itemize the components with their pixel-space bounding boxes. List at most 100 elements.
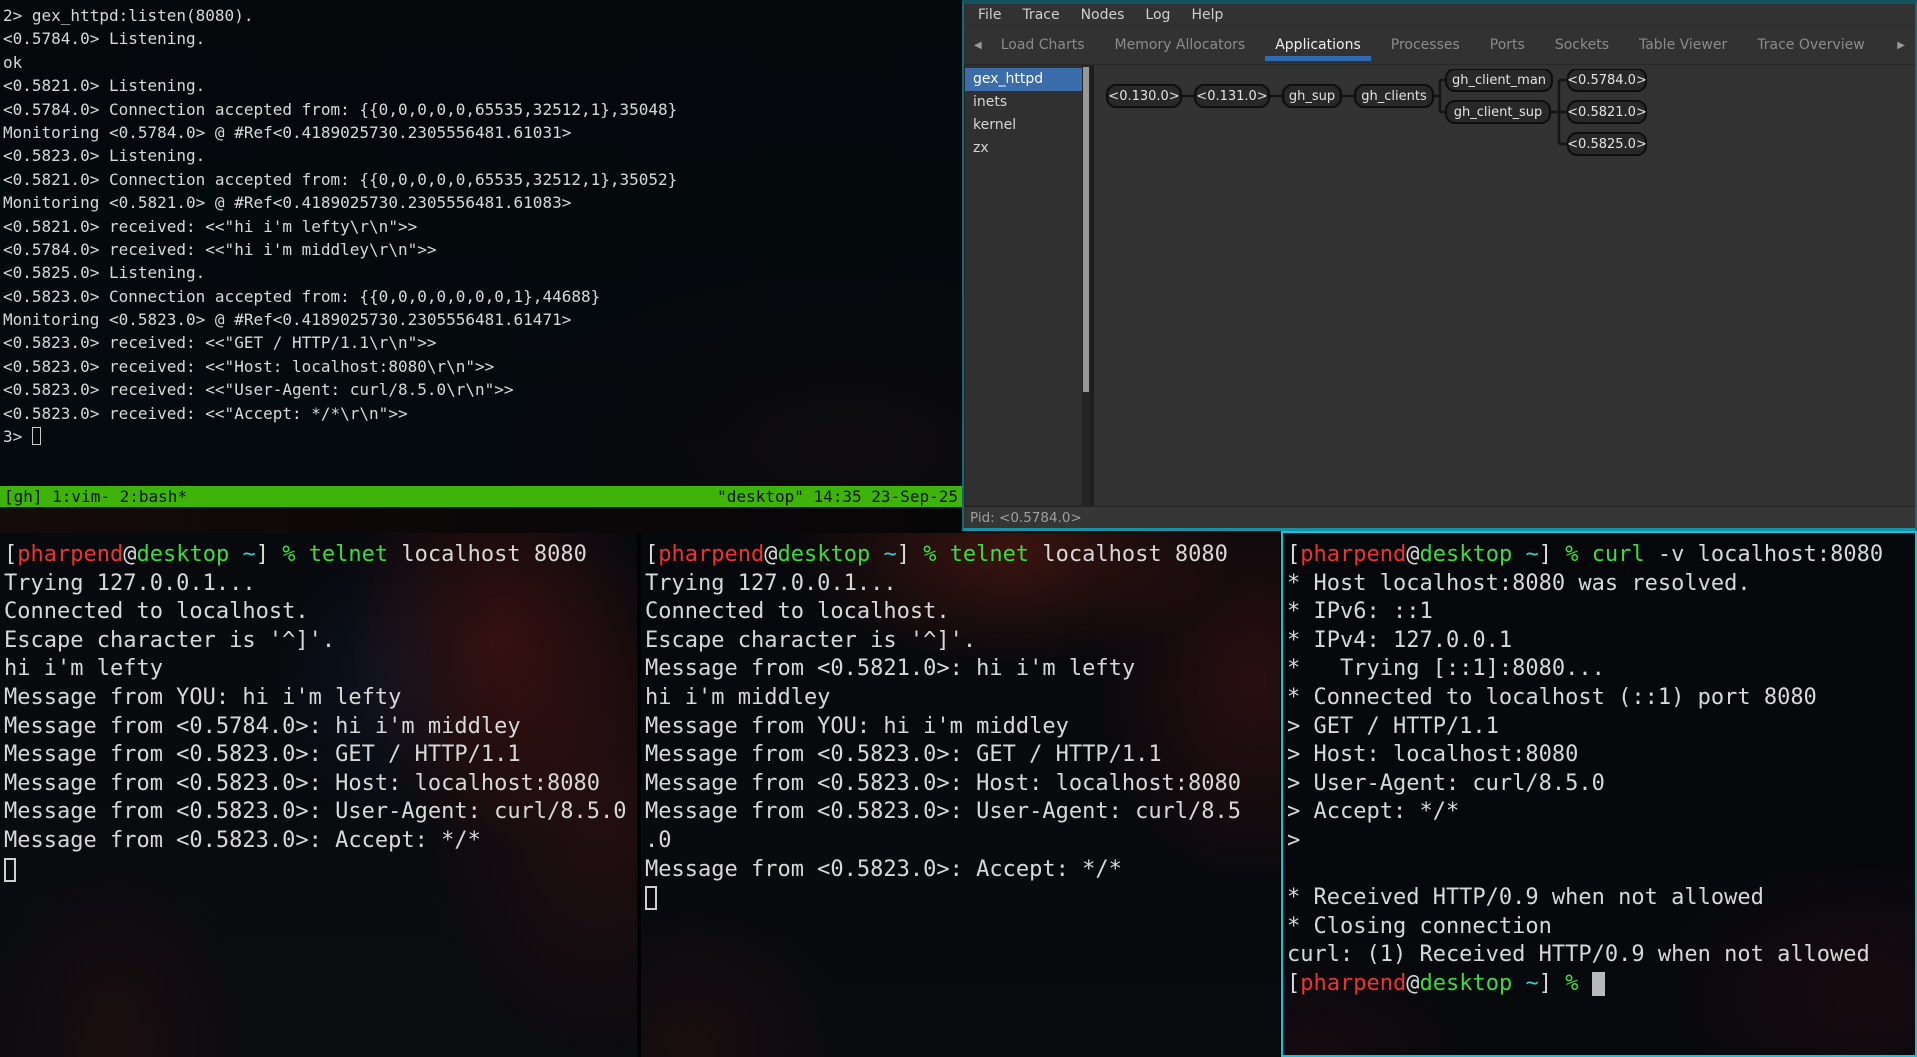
terminal-line: Connected to localhost. — [645, 598, 1280, 627]
process-tree-svg: <0.130.0> <0.131.0> gh_sup gh_clients gh_cli… — [1094, 69, 1914, 506]
terminal-line: Trying 127.0.0.1... — [645, 570, 1280, 599]
process-tree-panel: <0.130.0> <0.131.0> gh_sup gh_clients gh_cli… — [1094, 65, 1915, 506]
observer-window: File Trace Nodes Log Help ◀ Load Charts Memor… — [962, 0, 1917, 531]
terminal-line: <0.5823.0> Listening. — [3, 144, 962, 167]
terminal-line: curl: (1) Received HTTP/0.9 when not all… — [1287, 941, 1915, 970]
process-node--0-130-0-[interactable]: <0.130.0> — [1107, 85, 1181, 107]
terminal-line: Message from <0.5823.0>: GET / HTTP/1.1 — [645, 741, 1280, 770]
terminal-line: <0.5823.0> received: <<"GET / HTTP/1.1\r… — [3, 331, 962, 354]
terminal-line: 2> gex_httpd:listen(8080). — [3, 4, 962, 27]
svg-text:<0.5821.0>: <0.5821.0> — [1567, 105, 1647, 120]
terminal-line: Message from <0.5823.0>: Accept: */* — [4, 827, 637, 856]
app-item-inets[interactable]: inets — [965, 91, 1082, 114]
menu-help[interactable]: Help — [1188, 7, 1226, 23]
tmux-status-bar: [gh] 1:vim- 2:bash* "desktop" 14:35 23-S… — [0, 486, 962, 507]
tmux-window-list[interactable]: [gh] 1:vim- 2:bash* — [4, 486, 187, 507]
tab-trace-overview[interactable]: Trace Overview — [1755, 26, 1867, 64]
process-node-gh-sup[interactable]: gh_sup — [1283, 85, 1341, 107]
terminal-line: Monitoring <0.5784.0> @ #Ref<0.418902573… — [3, 121, 962, 144]
app-item-zx[interactable]: zx — [965, 137, 1082, 160]
tab-load-charts[interactable]: Load Charts — [999, 26, 1087, 64]
terminal-cursor — [32, 427, 41, 445]
svg-text:gh_clients: gh_clients — [1361, 89, 1427, 104]
terminal-line: > Accept: */* — [1287, 798, 1915, 827]
tab-scroll-right-icon[interactable]: ▶ — [1893, 40, 1909, 51]
tab-processes[interactable]: Processes — [1389, 26, 1462, 64]
terminal-line: Message from <0.5823.0>: User-Agent: cur… — [645, 798, 1280, 827]
terminal-line: Message from YOU: hi i'm middley — [645, 713, 1280, 742]
terminal-line: [pharpend@desktop ~] % curl -v localhost… — [1287, 541, 1915, 570]
svg-text:gh_sup: gh_sup — [1289, 89, 1335, 104]
terminal-line: > Host: localhost:8080 — [1287, 741, 1915, 770]
terminal-line: hi i'm lefty — [4, 655, 637, 684]
terminal-line: Connected to localhost. — [4, 598, 637, 627]
menu-log[interactable]: Log — [1142, 7, 1173, 23]
observer-tabbar: ◀ Load Charts Memory Allocators Applicatio… — [964, 26, 1915, 65]
observer-content: gex_httpdinetskernelzx <0.130.0> <0.131.0… — [964, 65, 1915, 506]
process-node--0-5821-0-[interactable]: <0.5821.0> — [1567, 101, 1647, 123]
terminal-line: * Received HTTP/0.9 when not allowed — [1287, 884, 1915, 913]
terminal-line: hi i'm middley — [645, 684, 1280, 713]
terminal-line: <0.5825.0> Listening. — [3, 261, 962, 284]
tab-memory-allocators[interactable]: Memory Allocators — [1113, 26, 1248, 64]
svg-text:<0.131.0>: <0.131.0> — [1196, 89, 1267, 104]
terminal-line: <0.5823.0> received: <<"Host: localhost:… — [3, 355, 962, 378]
terminal-line: * IPv4: 127.0.0.1 — [1287, 627, 1915, 656]
tab-ports[interactable]: Ports — [1488, 26, 1527, 64]
terminal-line: > User-Agent: curl/8.5.0 — [1287, 770, 1915, 799]
process-node-gh-client-man[interactable]: gh_client_man — [1446, 69, 1552, 91]
terminal-cursor — [1592, 972, 1605, 996]
terminal-line: <0.5821.0> received: <<"hi i'm lefty\r\n… — [3, 215, 962, 238]
terminal-line: [pharpend@desktop ~] % telnet localhost … — [645, 541, 1280, 570]
selected-pid-status: Pid: <0.5784.0> — [970, 510, 1082, 526]
tab-applications[interactable]: Applications — [1273, 26, 1363, 64]
terminal-line: Message from <0.5821.0>: hi i'm lefty — [645, 655, 1280, 684]
terminal-line: Monitoring <0.5823.0> @ #Ref<0.418902573… — [3, 308, 962, 331]
telnet-middley-terminal[interactable]: [pharpend@desktop ~] % telnet localhost … — [641, 533, 1280, 1057]
curl-terminal-focused[interactable]: [pharpend@desktop ~] % curl -v localhost… — [1281, 531, 1917, 1057]
telnet-lefty-terminal[interactable]: [pharpend@desktop ~] % telnet localhost … — [0, 533, 637, 1057]
terminal-line: * Connected to localhost (::1) port 8080 — [1287, 684, 1915, 713]
tab-sockets[interactable]: Sockets — [1553, 26, 1611, 64]
process-node--0-131-0-[interactable]: <0.131.0> — [1195, 85, 1269, 107]
process-node--0-5825-0-[interactable]: <0.5825.0> — [1567, 133, 1647, 155]
tab-table-viewer[interactable]: Table Viewer — [1637, 26, 1729, 64]
terminal-line: <0.5821.0> Connection accepted from: {{0… — [3, 168, 962, 191]
menu-file[interactable]: File — [975, 7, 1004, 23]
terminal-line — [1287, 856, 1915, 885]
terminal-line: <0.5821.0> Listening. — [3, 74, 962, 97]
app-item-gex-httpd[interactable]: gex_httpd — [965, 68, 1082, 91]
erlang-shell-terminal[interactable]: 2> gex_httpd:listen(8080).<0.5784.0> Lis… — [0, 0, 962, 486]
app-item-kernel[interactable]: kernel — [965, 114, 1082, 137]
terminal-line: * Closing connection — [1287, 913, 1915, 942]
terminal-line: <0.5823.0> Connection accepted from: {{0… — [3, 285, 962, 308]
process-node-gh-client-sup[interactable]: gh_client_sup — [1446, 101, 1550, 123]
terminal-line: > — [1287, 827, 1915, 856]
svg-text:gh_client_man: gh_client_man — [1452, 73, 1546, 88]
svg-text:<0.130.0>: <0.130.0> — [1108, 89, 1179, 104]
terminal-cursor — [4, 858, 16, 882]
menu-nodes[interactable]: Nodes — [1078, 7, 1128, 23]
svg-text:gh_client_sup: gh_client_sup — [1454, 105, 1542, 120]
application-list-scrollbar[interactable] — [1082, 66, 1090, 505]
process-node--0-5784-0-[interactable]: <0.5784.0> — [1567, 69, 1647, 91]
terminal-line: [pharpend@desktop ~] % — [1287, 970, 1915, 999]
observer-menubar: File Trace Nodes Log Help — [964, 4, 1915, 26]
tmux-session-clock: "desktop" 14:35 23-Sep-25 — [717, 486, 958, 507]
process-node-gh-clients[interactable]: gh_clients — [1355, 85, 1433, 107]
terminal-line: Monitoring <0.5821.0> @ #Ref<0.418902573… — [3, 191, 962, 214]
terminal-line: * Host localhost:8080 was resolved. — [1287, 570, 1915, 599]
observer-tabs: Load Charts Memory Allocators Applications… — [986, 26, 1880, 64]
terminal-line: 3> — [3, 425, 962, 448]
terminal-line: Trying 127.0.0.1... — [4, 570, 637, 599]
application-list-items: gex_httpdinetskernelzx — [965, 68, 1090, 160]
scrollbar-thumb[interactable] — [1083, 67, 1089, 392]
terminal-line: <0.5823.0> received: <<"User-Agent: curl… — [3, 378, 962, 401]
terminal-line — [645, 884, 1280, 913]
menu-trace[interactable]: Trace — [1019, 7, 1062, 23]
tab-scroll-left-icon[interactable]: ◀ — [970, 40, 986, 51]
terminal-line: Message from <0.5823.0>: Host: localhost… — [645, 770, 1280, 799]
terminal-line: <0.5784.0> received: <<"hi i'm middley\r… — [3, 238, 962, 261]
terminal-line: Message from <0.5784.0>: hi i'm middley — [4, 713, 637, 742]
terminal-line: Message from YOU: hi i'm lefty — [4, 684, 637, 713]
